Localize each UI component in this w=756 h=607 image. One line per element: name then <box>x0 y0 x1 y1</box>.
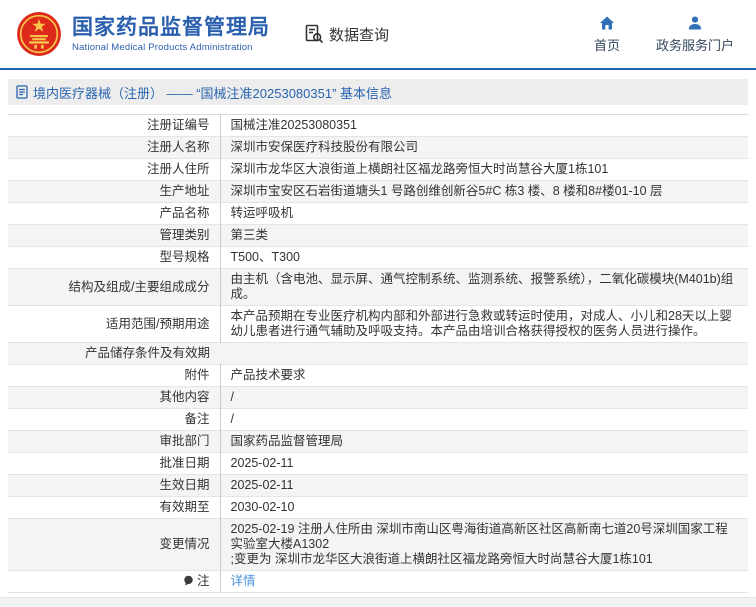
table-row: 其他内容 / <box>8 387 748 409</box>
row-label: 产品储存条件及有效期 <box>8 343 220 365</box>
row-value: 2025-02-19 注册人住所由 深圳市南山区粤海街道高新区社区高新南七道20… <box>220 519 748 571</box>
row-label: 备注 <box>8 409 220 431</box>
row-label: 注册人名称 <box>8 137 220 159</box>
row-value: 深圳市宝安区石岩街道塘头1 号路创维创新谷5#C 栋3 楼、8 楼和8#楼01-… <box>220 181 748 203</box>
row-label: 有效期至 <box>8 497 220 519</box>
row-value: 2025-02-11 <box>220 453 748 475</box>
row-label: 生产地址 <box>8 181 220 203</box>
header-divider <box>0 68 756 70</box>
nav-home[interactable]: 首页 <box>594 15 620 54</box>
row-label: 结构及组成/主要组成成分 <box>8 269 220 306</box>
row-value: 第三类 <box>220 225 748 247</box>
note-balloon-icon <box>183 575 194 586</box>
table-row: 适用范围/预期用途 本产品预期在专业医疗机构内部和外部进行急救或转运时使用，对成… <box>8 306 748 343</box>
detail-table-body: 注册证编号 国械注准20253080351 注册人名称 深圳市安保医疗科技股份有… <box>8 115 748 593</box>
main-content: 境内医疗器械（注册） —— “国械注准20253080351” 基本信息 注册证… <box>8 79 748 593</box>
table-row: 生效日期 2025-02-11 <box>8 475 748 497</box>
row-label: 适用范围/预期用途 <box>8 306 220 343</box>
row-label: 型号规格 <box>8 247 220 269</box>
table-row: 生产地址 深圳市宝安区石岩街道塘头1 号路创维创新谷5#C 栋3 楼、8 楼和8… <box>8 181 748 203</box>
data-query-label: 数据查询 <box>329 24 389 45</box>
row-value: 本产品预期在专业医疗机构内部和外部进行急救或转运时使用，对成人、小儿和28天以上… <box>220 306 748 343</box>
row-value: 2030-02-10 <box>220 497 748 519</box>
footer-strip <box>0 597 756 607</box>
breadcrumb: 境内医疗器械（注册） —— “国械注准20253080351” 基本信息 <box>8 79 748 105</box>
row-label: 注册证编号 <box>8 115 220 137</box>
table-row: 型号规格 T500、T300 <box>8 247 748 269</box>
nav-home-label: 首页 <box>594 35 620 54</box>
table-row: 注册证编号 国械注准20253080351 <box>8 115 748 137</box>
table-row: 产品储存条件及有效期 <box>8 343 748 365</box>
table-row: 结构及组成/主要组成成分 由主机（含电池、显示屏、通气控制系统、监测系统、报警系… <box>8 269 748 306</box>
row-value: 产品技术要求 <box>220 365 748 387</box>
row-value <box>220 343 748 365</box>
home-icon <box>599 15 615 31</box>
table-row: 产品名称 转运呼吸机 <box>8 203 748 225</box>
row-value: 国械注准20253080351 <box>220 115 748 137</box>
row-label: 批准日期 <box>8 453 220 475</box>
device-detail-table: 注册证编号 国械注准20253080351 注册人名称 深圳市安保医疗科技股份有… <box>8 114 748 593</box>
nav-portal-label: 政务服务门户 <box>656 35 734 54</box>
header-nav: 首页 政务服务门户 <box>594 15 742 54</box>
header: 国家药品监督管理局 National Medical Products Admi… <box>0 0 756 68</box>
detail-link[interactable]: 详情 <box>231 574 256 588</box>
table-row: 管理类别 第三类 <box>8 225 748 247</box>
row-label: 注册人住所 <box>8 159 220 181</box>
table-row: 有效期至 2030-02-10 <box>8 497 748 519</box>
nav-portal[interactable]: 政务服务门户 <box>656 15 734 54</box>
national-emblem-icon <box>16 11 62 57</box>
site-logo[interactable]: 国家药品监督管理局 National Medical Products Admi… <box>16 11 270 57</box>
breadcrumb-label: 境内医疗器械（注册） —— “国械注准20253080351” 基本信息 <box>33 83 392 102</box>
row-label: 审批部门 <box>8 431 220 453</box>
nav-data-query[interactable]: 数据查询 <box>304 24 389 45</box>
table-row: 批准日期 2025-02-11 <box>8 453 748 475</box>
row-value: 由主机（含电池、显示屏、通气控制系统、监测系统、报警系统），二氧化碳模块(M40… <box>220 269 748 306</box>
row-label: 注 <box>8 571 220 593</box>
site-title: 国家药品监督管理局 <box>72 16 270 40</box>
row-label: 附件 <box>8 365 220 387</box>
table-row: 变更情况 2025-02-19 注册人住所由 深圳市南山区粤海街道高新区社区高新… <box>8 519 748 571</box>
row-value: / <box>220 387 748 409</box>
table-row: 备注 / <box>8 409 748 431</box>
table-row: 注 详情 <box>8 571 748 593</box>
user-icon <box>687 15 703 31</box>
row-label: 生效日期 <box>8 475 220 497</box>
row-value: 深圳市龙华区大浪街道上横朗社区福龙路旁恒大时尚慧谷大厦1栋101 <box>220 159 748 181</box>
row-label: 管理类别 <box>8 225 220 247</box>
row-value: 转运呼吸机 <box>220 203 748 225</box>
table-row: 附件 产品技术要求 <box>8 365 748 387</box>
document-icon <box>16 85 28 99</box>
logo-text: 国家药品监督管理局 National Medical Products Admi… <box>72 16 270 53</box>
row-label: 产品名称 <box>8 203 220 225</box>
table-row: 审批部门 国家药品监督管理局 <box>8 431 748 453</box>
row-value: 2025-02-11 <box>220 475 748 497</box>
row-label: 变更情况 <box>8 519 220 571</box>
row-label: 其他内容 <box>8 387 220 409</box>
table-row: 注册人住所 深圳市龙华区大浪街道上横朗社区福龙路旁恒大时尚慧谷大厦1栋101 <box>8 159 748 181</box>
table-row: 注册人名称 深圳市安保医疗科技股份有限公司 <box>8 137 748 159</box>
row-value: 详情 <box>220 571 748 593</box>
row-value: 深圳市安保医疗科技股份有限公司 <box>220 137 748 159</box>
row-value: T500、T300 <box>220 247 748 269</box>
row-value: 国家药品监督管理局 <box>220 431 748 453</box>
row-value: / <box>220 409 748 431</box>
data-query-icon <box>304 24 324 44</box>
site-subtitle: National Medical Products Administration <box>72 42 270 53</box>
